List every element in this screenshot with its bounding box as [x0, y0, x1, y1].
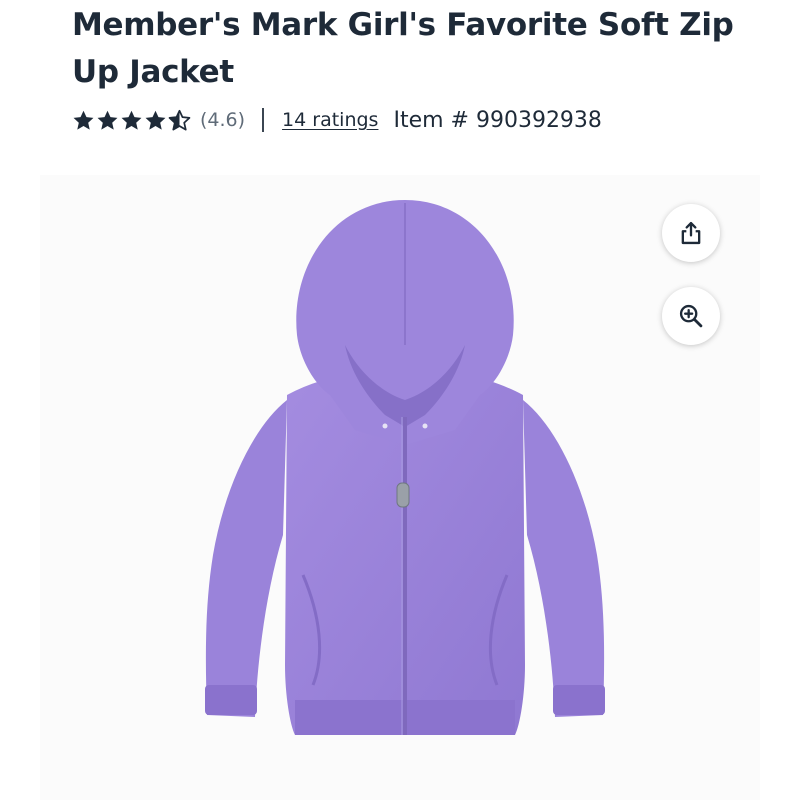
star-icon — [97, 110, 118, 130]
share-icon — [681, 221, 701, 245]
rating-row: (4.6) 14 ratings Item # 990392938 — [72, 104, 602, 136]
share-button[interactable] — [662, 204, 720, 262]
star-icon — [121, 110, 142, 130]
star-rating[interactable] — [72, 109, 191, 132]
star-icon — [145, 110, 166, 130]
zoom-in-icon — [679, 304, 703, 328]
zoom-button[interactable] — [662, 287, 720, 345]
half-star-icon — [168, 109, 191, 130]
product-title: Member's Mark Girl's Favorite Soft Zip U… — [72, 7, 734, 90]
item-number: Item # 990392938 — [393, 107, 602, 133]
divider — [262, 108, 265, 132]
star-icon — [73, 110, 94, 130]
rating-value: (4.6) — [200, 109, 246, 131]
ratings-link[interactable]: 14 ratings — [282, 109, 378, 131]
product-image[interactable] — [195, 195, 615, 740]
